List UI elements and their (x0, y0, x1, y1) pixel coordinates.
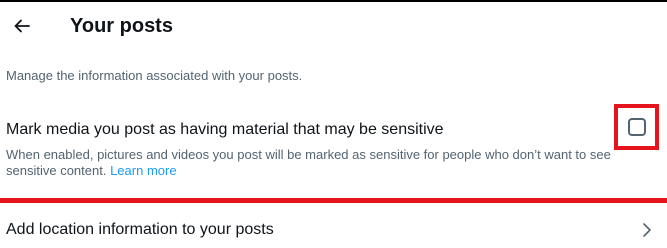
sensitive-media-checkbox[interactable] (627, 118, 646, 136)
location-setting-label: Add location information to your posts (6, 221, 274, 238)
sensitive-media-title[interactable]: Mark media you post as having material t… (6, 120, 444, 140)
sensitive-media-description: When enabled, pictures and videos you po… (6, 147, 646, 179)
location-setting-row[interactable]: Add location information to your posts (0, 210, 667, 248)
chevron-right-icon (643, 223, 651, 237)
page-title: Your posts (70, 15, 173, 37)
header: Your posts (0, 2, 667, 52)
back-button[interactable] (8, 12, 36, 40)
highlight-box (614, 104, 659, 150)
sensitive-media-description-text: When enabled, pictures and videos you po… (6, 147, 611, 178)
learn-more-link[interactable]: Learn more (110, 163, 176, 178)
page-description: Manage the information associated with y… (6, 68, 303, 83)
highlight-divider (0, 198, 667, 203)
arrow-left-icon (14, 19, 30, 33)
